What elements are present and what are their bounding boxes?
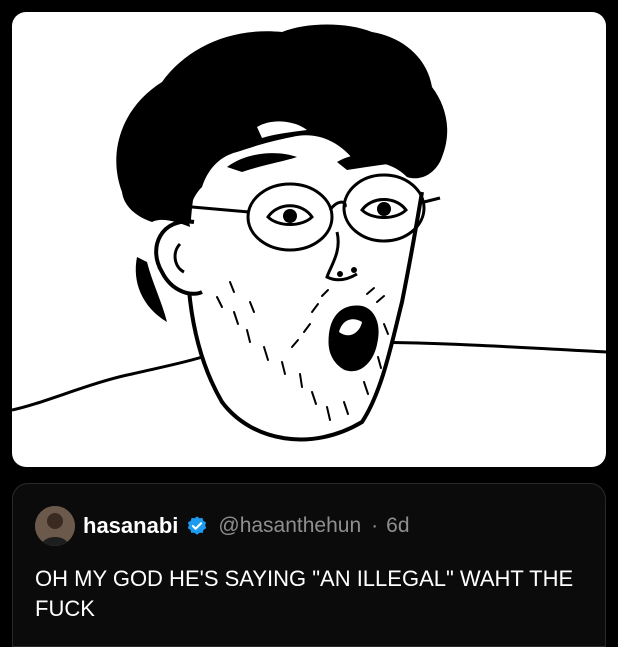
timestamp[interactable]: 6d	[386, 514, 409, 538]
meme-face-icon	[12, 24, 606, 442]
user-handle[interactable]: @hasanthehun	[218, 514, 361, 538]
tweet-text: OH MY GOD HE'S SAYING "AN ILLEGAL" WAHT …	[35, 566, 574, 621]
separator-dot: ·	[371, 514, 379, 537]
meme-image	[12, 12, 606, 467]
tweet-header: hasanabi @hasanthehun · 6d	[35, 506, 410, 546]
display-name[interactable]: hasanabi	[83, 513, 178, 539]
tweet-card[interactable]: hasanabi @hasanthehun · 6d OH MY GOD HE'…	[12, 483, 606, 647]
avatar-icon[interactable]	[35, 506, 75, 546]
verified-badge-icon	[188, 516, 207, 535]
